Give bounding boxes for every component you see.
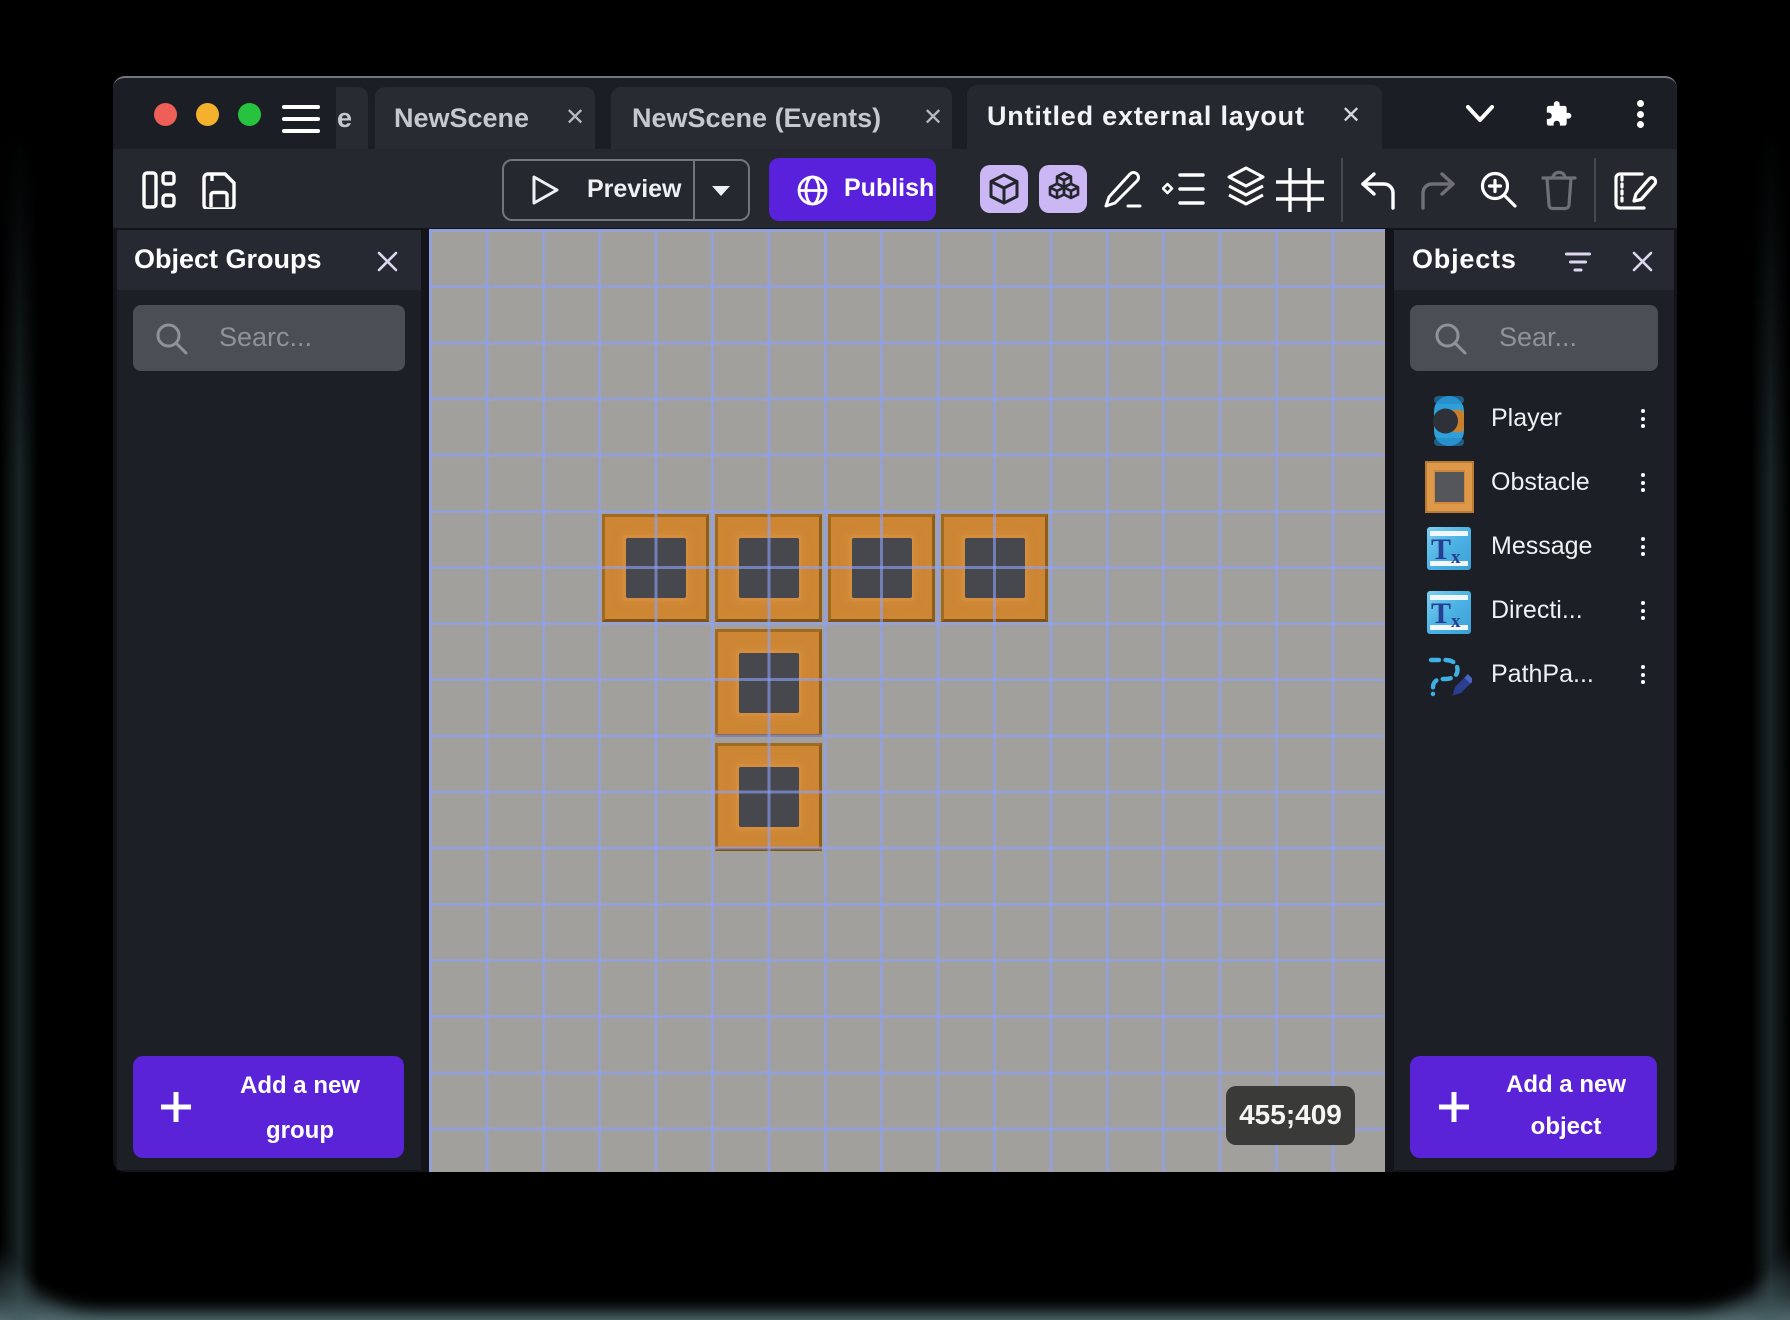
svg-text:x: x	[1451, 611, 1461, 632]
svg-text:x: x	[1451, 547, 1461, 568]
svg-text:T: T	[1431, 533, 1451, 566]
svg-text:T: T	[1431, 597, 1451, 630]
